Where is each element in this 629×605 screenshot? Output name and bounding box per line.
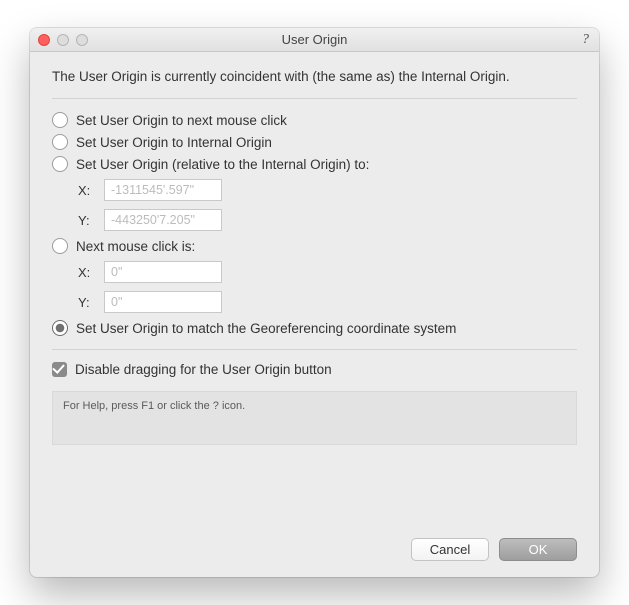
radio-next-click[interactable]	[52, 112, 68, 128]
divider	[52, 98, 577, 99]
traffic-lights	[38, 34, 88, 46]
titlebar: User Origin ?	[30, 28, 599, 52]
dialog-content: The User Origin is currently coincident …	[30, 52, 599, 524]
ok-button[interactable]: OK	[499, 538, 577, 561]
y-label: Y:	[78, 213, 94, 228]
relative-y-input[interactable]	[104, 209, 222, 231]
dialog-footer: Cancel OK	[30, 524, 599, 577]
option-next-click[interactable]: Set User Origin to next mouse click	[52, 109, 577, 131]
radio-relative[interactable]	[52, 156, 68, 172]
disable-drag-checkbox[interactable]	[52, 362, 67, 377]
relative-fields: X: Y:	[52, 175, 577, 235]
help-icon[interactable]: ?	[580, 32, 591, 48]
disable-drag-label: Disable dragging for the User Origin but…	[75, 362, 332, 377]
nextclick-x-input[interactable]	[104, 261, 222, 283]
option-label: Set User Origin to Internal Origin	[76, 135, 272, 150]
window-title: User Origin	[30, 32, 599, 47]
minimize-icon	[57, 34, 69, 46]
dialog-window: User Origin ? The User Origin is current…	[30, 28, 599, 577]
option-next-click-is[interactable]: Next mouse click is:	[52, 235, 577, 257]
intro-text: The User Origin is currently coincident …	[52, 68, 577, 86]
radio-georef[interactable]	[52, 320, 68, 336]
option-internal[interactable]: Set User Origin to Internal Origin	[52, 131, 577, 153]
cancel-button[interactable]: Cancel	[411, 538, 489, 561]
option-label: Set User Origin to next mouse click	[76, 113, 287, 128]
option-georef[interactable]: Set User Origin to match the Georeferenc…	[52, 317, 577, 339]
divider	[52, 349, 577, 350]
radio-next-click-is[interactable]	[52, 238, 68, 254]
option-label: Set User Origin (relative to the Interna…	[76, 157, 369, 172]
close-icon[interactable]	[38, 34, 50, 46]
disable-drag-row[interactable]: Disable dragging for the User Origin but…	[52, 362, 577, 377]
relative-x-input[interactable]	[104, 179, 222, 201]
option-label: Set User Origin to match the Georeferenc…	[76, 321, 456, 336]
next-click-fields: X: Y:	[52, 257, 577, 317]
help-box: For Help, press F1 or click the ? icon.	[52, 391, 577, 445]
x-label: X:	[78, 183, 94, 198]
option-label: Next mouse click is:	[76, 239, 195, 254]
option-relative[interactable]: Set User Origin (relative to the Interna…	[52, 153, 577, 175]
y-label: Y:	[78, 295, 94, 310]
x-label: X:	[78, 265, 94, 280]
nextclick-y-input[interactable]	[104, 291, 222, 313]
zoom-icon	[76, 34, 88, 46]
radio-internal[interactable]	[52, 134, 68, 150]
